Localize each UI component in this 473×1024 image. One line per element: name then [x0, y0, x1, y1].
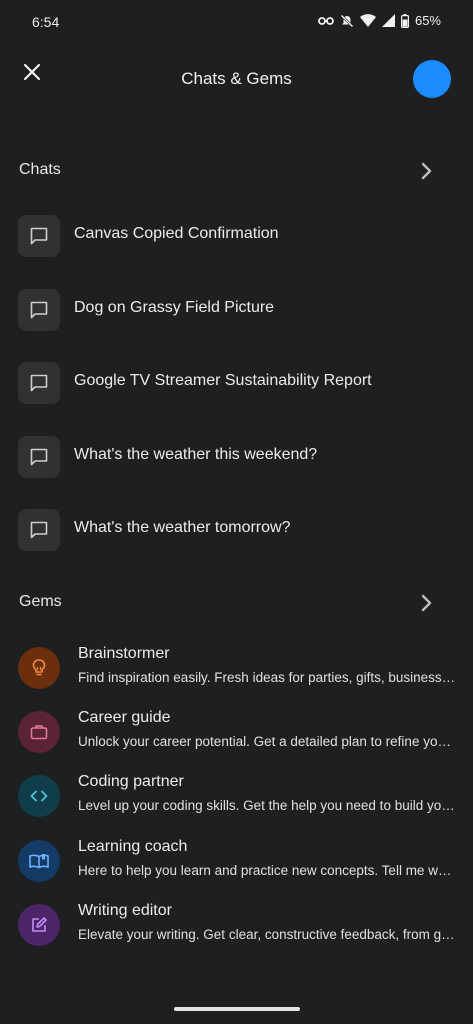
chat-item[interactable]: Canvas Copied Confirmation [0, 206, 473, 266]
gem-description: Unlock your career potential. Get a deta… [78, 734, 456, 749]
gem-description: Level up your coding skills. Get the hel… [78, 798, 456, 813]
chat-title: Canvas Copied Confirmation [74, 225, 279, 242]
edit-icon [18, 904, 60, 946]
gem-name: Learning coach [78, 838, 188, 855]
gem-item-brainstormer[interactable]: Brainstormer Find inspiration easily. Fr… [0, 639, 473, 697]
battery-percent: 65% [414, 13, 441, 28]
gems-section-header[interactable]: Gems [0, 585, 473, 621]
mute-icon [340, 14, 354, 28]
chat-item[interactable]: Dog on Grassy Field Picture [0, 280, 473, 340]
chat-bubble-icon [18, 215, 60, 257]
chat-title: Google TV Streamer Sustainability Report [74, 372, 372, 389]
gem-item-learning-coach[interactable]: Learning coach Here to help you learn an… [0, 832, 473, 890]
gem-description: Elevate your writing. Get clear, constru… [78, 927, 456, 942]
status-time: 6:54 [32, 14, 60, 30]
gem-name: Brainstormer [78, 645, 170, 662]
chat-bubble-icon [18, 436, 60, 478]
gem-item-writing-editor[interactable]: Writing editor Elevate your writing. Get… [0, 896, 473, 954]
chevron-right-icon[interactable] [417, 594, 435, 612]
code-icon [18, 775, 60, 817]
chat-bubble-icon [18, 362, 60, 404]
chat-bubble-icon [18, 509, 60, 551]
chat-item[interactable]: What's the weather tomorrow? [0, 500, 473, 560]
page-title: Chats & Gems [181, 69, 292, 88]
gem-description: Here to help you learn and practice new … [78, 863, 456, 878]
gem-name: Coding partner [78, 773, 184, 790]
gems-section-title: Gems [19, 593, 62, 610]
status-bar: 6:54 65% [0, 0, 473, 46]
chat-item[interactable]: Google TV Streamer Sustainability Report [0, 353, 473, 413]
chat-item[interactable]: What's the weather this weekend? [0, 427, 473, 487]
status-icons: 65% [318, 13, 441, 28]
avatar[interactable] [413, 60, 451, 98]
gem-name: Writing editor [78, 902, 172, 919]
chat-title: Dog on Grassy Field Picture [74, 299, 275, 316]
gem-item-coding-partner[interactable]: Coding partner Level up your coding skil… [0, 767, 473, 825]
battery-icon [400, 13, 409, 28]
chat-bubble-icon [18, 289, 60, 331]
vpn-key-icon [318, 15, 334, 27]
home-indicator[interactable] [174, 1007, 300, 1011]
wifi-icon [359, 14, 376, 27]
gem-item-career-guide[interactable]: Career guide Unlock your career potentia… [0, 703, 473, 761]
gem-description: Find inspiration easily. Fresh ideas for… [78, 670, 456, 685]
top-app-bar: Chats & Gems [0, 46, 473, 112]
briefcase-icon [18, 711, 60, 753]
chevron-right-icon[interactable] [417, 162, 435, 180]
book-icon [18, 840, 60, 882]
lightbulb-icon [18, 647, 60, 689]
chat-title: What's the weather tomorrow? [74, 519, 291, 536]
chat-title: What's the weather this weekend? [74, 446, 318, 463]
gem-name: Career guide [78, 709, 171, 726]
signal-icon [381, 14, 395, 27]
chats-section-header[interactable]: Chats [0, 153, 473, 189]
chats-section-title: Chats [19, 161, 61, 178]
